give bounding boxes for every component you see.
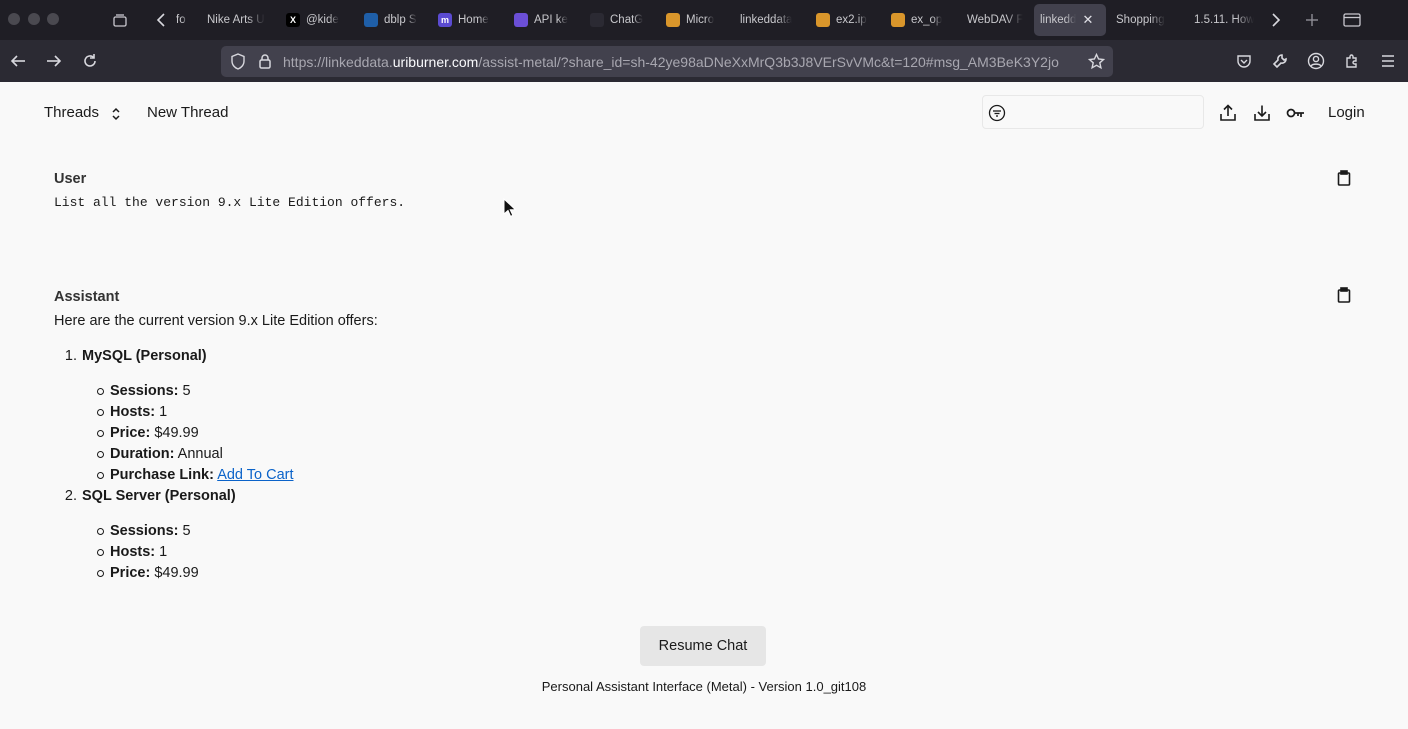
window-close-button[interactable] [8,13,20,25]
product-attributes: Sessions: 5 Hosts: 1 Price: $49.99 Durat… [97,383,654,488]
list-item: Duration: Annual [97,446,654,467]
product-title: 1. MySQL (Personal) [64,348,207,364]
list-item: Sessions: 5 [97,523,654,544]
browser-tab[interactable]: Shopping [1110,4,1182,36]
tab-favicon-icon [816,13,830,27]
browser-tab[interactable]: API ke [508,4,578,36]
search-box [982,95,1204,129]
tab-label: Micro [686,14,715,26]
product-title: 2. SQL Server (Personal) [64,488,236,504]
browser-tab[interactable]: m Home [432,4,502,36]
tab-favicon-icon [666,13,680,27]
tab-label: 1.5.11. How [1194,14,1254,26]
tab-label: fo [176,14,186,26]
tab-favicon-icon: X [286,13,300,27]
tab-favicon-icon [514,13,528,27]
tab-favicon-icon [364,13,378,27]
browser-tab-bar: fo Nike Arts U X @kide dblp S m Home API ke Chat… [0,0,1408,40]
url-bar[interactable]: https://linkeddata.uriburner.com/assist-… [221,46,1113,77]
add-to-cart-link[interactable]: Add To Cart [217,467,293,483]
user-message-text: List all the version 9.x Lite Edition of… [54,195,406,210]
browser-tab[interactable]: Micro [660,4,728,36]
tab-label: ex_op [911,14,943,26]
browser-tab[interactable]: WebDAV F [961,4,1029,36]
tab-favicon-icon [891,13,905,27]
product-attributes: Sessions: 5 Hosts: 1 Price: $49.99 [97,523,654,586]
new-tab-icon[interactable] [1300,8,1324,32]
tab-label: Home [458,14,489,26]
extensions-icon[interactable] [1340,49,1364,73]
bookmark-star-icon[interactable] [1087,52,1106,75]
window-zoom-button[interactable] [47,13,59,25]
browser-tab[interactable]: fo [170,4,194,36]
url-text[interactable]: https://linkeddata.uriburner.com/assist-… [283,54,1079,70]
tab-overview-icon[interactable] [108,8,132,32]
share-upload-icon[interactable] [1217,102,1239,124]
tab-label: WebDAV F [967,14,1024,26]
browser-tab[interactable]: 1.5.11. How [1188,4,1254,36]
tab-label: dblp S [384,14,417,26]
download-icon[interactable] [1251,102,1273,124]
mouse-cursor-icon [503,197,517,218]
tab-label: linkedd [1040,14,1077,26]
filter-icon [988,104,1006,122]
tab-label: API ke [534,14,568,26]
tab-label: linkeddata [740,14,793,26]
list-item: Purchase Link: Add To Cart [97,467,654,488]
browser-tab[interactable]: ex2.ip [810,4,878,36]
footer-version-text: Personal Assistant Interface (Metal) - V… [541,679,867,694]
tabs-scroll-right-icon[interactable] [1264,8,1288,32]
back-icon[interactable] [6,49,30,73]
tab-close-icon[interactable]: ✕ [1082,12,1093,28]
login-button[interactable]: Login [1328,104,1365,121]
browser-tab[interactable]: linkeddata [734,4,804,36]
clipboard-icon[interactable] [1335,286,1353,304]
app-header: Threads New Thread Login [0,82,1408,144]
product-item: 1. MySQL (Personal) Sessions: 5 Hosts: 1 … [54,348,654,488]
tab-label: ex2.ip [836,14,867,26]
new-thread-button[interactable]: New Thread [147,104,228,121]
search-input[interactable] [1013,102,1193,124]
tab-favicon-icon [590,13,604,27]
tab-label: @kide [306,14,339,26]
window-minimize-button[interactable] [28,13,40,25]
user-role-label: User [54,171,87,187]
clipboard-icon[interactable] [1335,169,1353,187]
reload-icon[interactable] [78,49,102,73]
product-item: 2. SQL Server (Personal) Sessions: 5 Host… [54,488,654,586]
wrench-icon[interactable] [1268,49,1292,73]
tab-label: Shopping [1116,14,1165,26]
browser-tab[interactable]: linkedd ✕ [1034,4,1106,36]
list-item: Hosts: 1 [97,404,654,425]
assistant-message: Here are the current version 9.x Lite Ed… [54,313,378,334]
list-item: Price: $49.99 [97,425,654,446]
assistant-role-label: Assistant [54,289,120,305]
shield-icon[interactable] [230,53,246,75]
lock-icon[interactable] [258,53,272,74]
browser-tab[interactable]: ex_op [885,4,955,36]
threads-selector[interactable]: Threads [44,104,99,121]
list-item: Sessions: 5 [97,383,654,404]
tab-list-icon[interactable] [1340,8,1364,32]
forward-icon[interactable] [42,49,66,73]
browser-tab[interactable]: dblp S [358,4,426,36]
assistant-intro-text: Here are the current version 9.x Lite Ed… [54,313,378,329]
browser-tab[interactable]: X @kide [280,4,352,36]
pocket-icon[interactable] [1232,49,1256,73]
tab-favicon-icon: m [438,13,452,27]
api-key-icon[interactable] [1285,102,1307,124]
resume-chat-button[interactable]: Resume Chat [640,626,766,666]
browser-tab[interactable]: Nike Arts U [201,4,273,36]
list-item: Price: $49.99 [97,565,654,586]
chevron-up-down-icon[interactable] [111,106,121,127]
account-icon[interactable] [1304,49,1328,73]
tab-label: ChatG [610,14,644,26]
menu-icon[interactable] [1376,49,1400,73]
browser-tab[interactable]: ChatG [584,4,654,36]
tab-label: Nike Arts U [207,14,265,26]
list-item: Hosts: 1 [97,544,654,565]
